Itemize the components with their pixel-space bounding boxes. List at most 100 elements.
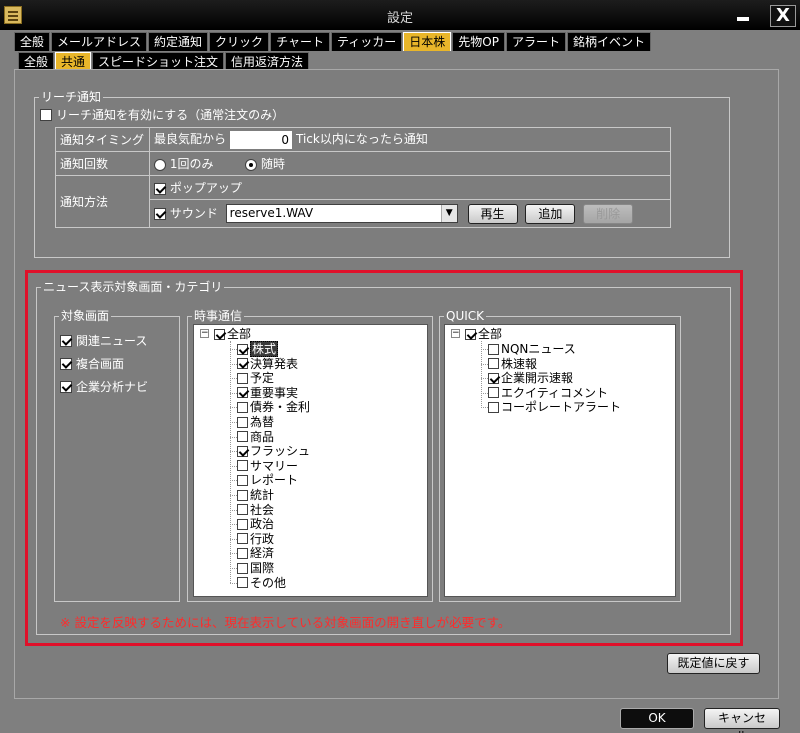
minimize-button[interactable] [733, 5, 753, 25]
ok-button[interactable]: OK [620, 708, 694, 729]
tree-item[interactable]: 企業開示速報 [488, 371, 573, 385]
tab-top-7[interactable]: 先物OP [452, 32, 505, 51]
tree-item-label: 債券・金利 [250, 400, 311, 415]
tab-top-1[interactable]: メールアドレス [51, 32, 148, 51]
target-checkbox[interactable] [60, 334, 72, 347]
tab-top-2[interactable]: 約定通知 [148, 32, 209, 51]
target-item[interactable]: 関連ニュース [60, 332, 147, 349]
delete-sound-button[interactable]: 削除 [583, 203, 634, 224]
collapse-icon[interactable]: − [200, 329, 209, 338]
tree-root-checkbox[interactable] [465, 328, 476, 340]
tree-item[interactable]: 重要事実 [237, 386, 298, 400]
tree-root-label: 全部 [478, 327, 503, 341]
tree-item[interactable]: フラッシュ [237, 444, 310, 458]
play-button[interactable]: 再生 [467, 203, 518, 224]
target-checkbox[interactable] [60, 357, 72, 370]
tree-item[interactable]: NQNニュース [488, 342, 576, 356]
tree-item[interactable]: 株式 [237, 341, 279, 357]
tree-item-label: フラッシュ [250, 444, 311, 459]
popup-checkbox[interactable] [154, 182, 166, 195]
tree-item[interactable]: 統計 [237, 488, 274, 502]
tree-item[interactable]: サマリー [237, 459, 298, 473]
tree-item[interactable]: その他 [237, 576, 286, 590]
tree-item-checkbox[interactable] [237, 460, 248, 472]
collapse-icon[interactable]: − [451, 329, 460, 338]
tree-item-checkbox[interactable] [488, 343, 499, 355]
tree-item-checkbox[interactable] [488, 387, 499, 399]
tree-item-label: 予定 [250, 371, 275, 386]
target-checkbox[interactable] [60, 380, 72, 393]
tree-root-checkbox[interactable] [214, 328, 225, 340]
tab-top-5[interactable]: ティッカー [330, 32, 403, 51]
tree-item[interactable]: 商品 [237, 430, 274, 444]
tree-item-checkbox[interactable] [488, 358, 499, 370]
tree-item[interactable]: 決算発表 [237, 357, 298, 371]
tree-item-checkbox[interactable] [237, 504, 248, 516]
close-button[interactable]: X [770, 5, 796, 27]
tree-item-checkbox[interactable] [237, 533, 248, 545]
tab-top-9[interactable]: 銘柄イベント [566, 32, 651, 51]
tab-top-8[interactable]: アラート [505, 32, 566, 51]
tree-item-label: レポート [250, 473, 299, 488]
tree-item-checkbox[interactable] [237, 416, 248, 428]
tree-item-checkbox[interactable] [237, 372, 248, 384]
tree-root[interactable]: 全部 [465, 327, 502, 341]
tree-item-checkbox[interactable] [237, 489, 248, 501]
add-sound-button[interactable]: 追加 [525, 203, 576, 224]
target-item[interactable]: 複合画面 [60, 355, 124, 372]
chevron-down-icon[interactable]: ▼ [440, 205, 457, 222]
jiji-tree[interactable]: − 全部 株式 決算発表 予定 重要事実 債券・金利 為替 商品 フラッシュ サマリー レポート 統計社… [193, 324, 428, 597]
popup-cell: ポップアップ [149, 175, 671, 200]
tree-item-checkbox[interactable] [488, 372, 499, 384]
tree-item-checkbox[interactable] [237, 401, 248, 413]
tree-item-checkbox[interactable] [237, 431, 248, 443]
tab-top-4[interactable]: チャート [270, 32, 330, 51]
tree-item[interactable]: 為替 [237, 415, 274, 429]
count-once-label: 1回のみ [169, 157, 214, 171]
tree-item-label: 行政 [250, 531, 275, 546]
reach-enable-row[interactable]: リーチ通知を有効にする（通常注文のみ） [40, 106, 284, 123]
reset-defaults-button[interactable]: 既定値に戻す [667, 653, 760, 674]
tree-item[interactable]: 株速報 [488, 357, 537, 371]
quick-tree[interactable]: − 全部 NQNニュース 株速報 企業開示速報 エクイティコメント コーポレートアラート [444, 324, 676, 597]
tree-item-checkbox[interactable] [237, 445, 248, 457]
tree-item[interactable]: 予定 [237, 371, 274, 385]
tree-item[interactable]: 国際 [237, 561, 274, 575]
tree-item-checkbox[interactable] [237, 343, 248, 355]
tree-item[interactable]: コーポレートアラート [488, 400, 621, 414]
cancel-button[interactable]: キャンセル [704, 708, 780, 733]
tree-item[interactable]: エクイティコメント [488, 386, 608, 400]
reach-enable-checkbox[interactable] [40, 108, 52, 121]
news-legend: ニュース表示対象画面・カテゴリ [41, 280, 225, 294]
tree-item[interactable]: 債券・金利 [237, 400, 310, 414]
tab-top-0[interactable]: 全般 [14, 32, 51, 51]
tree-root[interactable]: 全部 [214, 327, 251, 341]
tree-item-checkbox[interactable] [237, 562, 248, 574]
tree-item-checkbox[interactable] [488, 401, 499, 413]
tree-item[interactable]: 社会 [237, 503, 274, 517]
tree-item[interactable]: 経済 [237, 546, 274, 560]
tree-item-label: エクイティコメント [501, 385, 609, 400]
tree-item-label: 社会 [250, 502, 275, 517]
timing-input[interactable]: 0 [230, 130, 293, 149]
tree-item[interactable]: レポート [237, 473, 298, 487]
tree-item-checkbox[interactable] [237, 474, 248, 486]
target-label: 複合画面 [76, 357, 125, 371]
sound-checkbox[interactable] [154, 207, 166, 220]
tree-item-checkbox[interactable] [237, 518, 248, 530]
count-always-radio[interactable] [245, 158, 258, 171]
tab-top-3[interactable]: クリック [209, 32, 270, 51]
tree-item-checkbox[interactable] [237, 387, 248, 399]
tree-item-checkbox[interactable] [237, 547, 248, 559]
tree-root-label: 全部 [227, 327, 252, 341]
timing-suffix: Tick以内になったら通知 [296, 132, 428, 147]
tab-top-6[interactable]: 日本株 [403, 32, 452, 51]
tree-item-checkbox[interactable] [237, 577, 248, 589]
target-legend: 対象画面 [59, 309, 112, 323]
tree-item-checkbox[interactable] [237, 358, 248, 370]
tree-item[interactable]: 行政 [237, 532, 274, 546]
sound-file-select[interactable]: reserve1.WAV ▼ [225, 204, 458, 223]
count-once-radio[interactable] [154, 158, 166, 171]
target-item[interactable]: 企業分析ナビ [60, 378, 148, 395]
tree-item[interactable]: 政治 [237, 517, 274, 531]
